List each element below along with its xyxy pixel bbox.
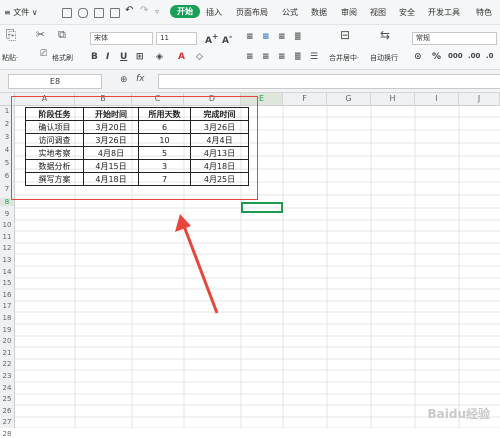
row-header-24[interactable]: 24 [0, 384, 14, 392]
column-header-i[interactable]: I [415, 93, 459, 105]
align-center-icon[interactable]: ≡ [262, 52, 270, 62]
row-header-26[interactable]: 26 [0, 407, 14, 415]
cut-icon[interactable]: ✂ [36, 28, 45, 41]
column-header-j[interactable]: J [459, 93, 500, 105]
row-header-15[interactable]: 15 [0, 279, 14, 287]
row-header-13[interactable]: 13 [0, 256, 14, 264]
tab-view[interactable]: 视图 [370, 7, 386, 18]
border-icon[interactable]: ⊞ [136, 52, 144, 62]
row-header-25[interactable]: 25 [0, 395, 14, 403]
increase-decimal-icon[interactable]: .00 [468, 52, 480, 60]
row-header-23[interactable]: 23 [0, 372, 14, 380]
fx-button[interactable]: fx [136, 74, 145, 84]
row-header-10[interactable]: 10 [0, 221, 14, 229]
underline-button[interactable]: U [120, 52, 127, 62]
format-painter-icon[interactable]: ⎚ [40, 49, 47, 59]
column-header-f[interactable]: F [283, 93, 327, 105]
zoom-icon[interactable]: ⊕ [120, 75, 128, 85]
tab-special[interactable]: 特色 [476, 7, 492, 18]
undo-icon[interactable]: ↶ [125, 5, 133, 16]
align-top-icon[interactable]: ≡ [246, 32, 254, 42]
wrap-text-icon[interactable]: ⇆ [380, 28, 390, 42]
menu-bar: ≡ 文件 ∨ ↶ ↷ ▿ 开始 插入 页面布局 公式 数据 审阅 视图 安全 开… [0, 0, 500, 25]
row-header-28[interactable]: 28 [0, 430, 14, 438]
column-header-h[interactable]: H [371, 93, 415, 105]
font-color-icon[interactable]: A [178, 52, 185, 62]
paste-icon[interactable]: ⎘ [6, 28, 16, 43]
active-cell-selection[interactable] [241, 202, 283, 213]
tab-start[interactable]: 开始 [170, 5, 200, 18]
row-header-19[interactable]: 19 [0, 326, 14, 334]
row-header-20[interactable]: 20 [0, 337, 14, 345]
merge-center-icon[interactable]: ⊟ [340, 28, 350, 42]
column-header-g[interactable]: G [327, 93, 371, 105]
annotation-highlight-box [11, 96, 258, 200]
merge-center-button[interactable]: 合并居中· [329, 53, 359, 63]
save-icon[interactable] [62, 8, 72, 18]
indent-icon[interactable]: ≣ [294, 32, 302, 42]
undo-history-icon[interactable] [78, 8, 88, 18]
align-bottom-icon[interactable]: ≡ [278, 32, 286, 42]
annotation-arrow [175, 214, 219, 314]
tab-data[interactable]: 数据 [311, 7, 327, 18]
font-name-select[interactable]: 宋体 [90, 32, 153, 45]
redo-icon[interactable]: ↷ [140, 5, 148, 16]
fill-color-icon[interactable]: ◈ [156, 52, 163, 62]
ribbon: ⎘ 粘贴· ✂ ⧉ ⎚ 格式刷 宋体 11 A+ A- B I U ⊞ ◈ A … [0, 25, 500, 70]
decrease-decimal-icon[interactable]: .0 [486, 52, 494, 60]
row-header-18[interactable]: 18 [0, 314, 14, 322]
justify-icon[interactable]: ≣ [294, 52, 302, 62]
formula-input[interactable] [158, 74, 500, 89]
align-right-icon[interactable]: ≡ [278, 52, 286, 62]
quick-access-dropdown-icon[interactable]: ▿ [155, 7, 159, 16]
paste-button[interactable]: 粘贴· [2, 53, 18, 63]
tab-formulas[interactable]: 公式 [282, 7, 298, 18]
copy-icon[interactable]: ⧉ [58, 28, 66, 42]
decrease-font-icon[interactable]: A- [222, 32, 232, 46]
row-header-16[interactable]: 16 [0, 291, 14, 299]
row-header-27[interactable]: 27 [0, 418, 14, 426]
bold-button[interactable]: B [91, 52, 98, 62]
tab-developer[interactable]: 开发工具 [428, 7, 460, 18]
distributed-icon[interactable]: ☰ [310, 52, 318, 62]
formula-bar: E8 ⊕ fx [0, 70, 500, 93]
row-header-12[interactable]: 12 [0, 244, 14, 252]
row-header-21[interactable]: 21 [0, 349, 14, 357]
align-middle-icon[interactable]: ≡ [262, 32, 270, 42]
row-header-11[interactable]: 11 [0, 233, 14, 241]
print-icon[interactable] [94, 8, 104, 18]
percent-icon[interactable]: % [432, 52, 441, 62]
font-size-select[interactable]: 11 [156, 32, 197, 45]
row-header-22[interactable]: 22 [0, 360, 14, 368]
name-box[interactable]: E8 [8, 74, 102, 89]
align-left-icon[interactable]: ≡ [246, 52, 254, 62]
file-menu[interactable]: ≡ 文件 ∨ [4, 7, 38, 18]
clear-icon[interactable]: ◇ [196, 52, 203, 62]
watermark-logo: Baidu经验 [427, 407, 491, 421]
wrap-text-button[interactable]: 自动换行 [370, 53, 398, 63]
print-preview-icon[interactable] [110, 8, 120, 18]
tab-insert[interactable]: 插入 [206, 7, 222, 18]
currency-icon[interactable]: ⊙ [414, 52, 422, 62]
thousands-icon[interactable]: 000 [448, 52, 463, 60]
row-header-9[interactable]: 9 [0, 210, 14, 218]
tab-review[interactable]: 审阅 [341, 7, 357, 18]
tab-security[interactable]: 安全 [399, 7, 415, 18]
tab-page-layout[interactable]: 页面布局 [236, 7, 268, 18]
row-header-14[interactable]: 14 [0, 268, 14, 276]
increase-font-icon[interactable]: A+ [205, 32, 218, 46]
number-format-select[interactable]: 常规 [412, 32, 497, 45]
italic-button[interactable]: I [106, 52, 109, 62]
row-header-17[interactable]: 17 [0, 302, 14, 310]
format-painter-button[interactable]: 格式刷 [52, 53, 73, 63]
